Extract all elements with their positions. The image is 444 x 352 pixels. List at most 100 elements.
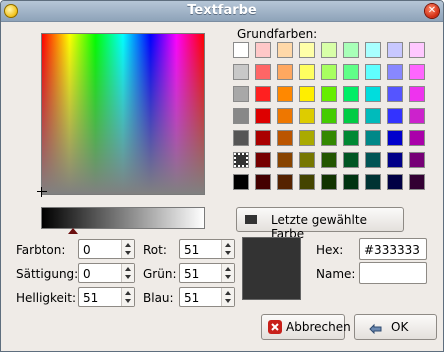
color-swatch[interactable]	[255, 152, 271, 168]
color-swatch[interactable]	[365, 86, 381, 102]
hex-input[interactable]: #333333	[359, 238, 427, 260]
blue-spin-arrows[interactable]	[221, 288, 234, 306]
color-swatch[interactable]	[321, 86, 337, 102]
color-swatch[interactable]	[299, 86, 315, 102]
recent-color-button[interactable]: Letzte gewählte Farbe	[236, 207, 404, 241]
red-value: 51	[184, 243, 200, 257]
brightness-spin-arrows[interactable]	[121, 288, 134, 306]
color-swatch[interactable]	[277, 130, 293, 146]
hex-value: #333333	[364, 243, 420, 257]
name-label: Name:	[316, 267, 356, 281]
cancel-icon	[268, 320, 282, 334]
color-swatch[interactable]	[277, 42, 293, 58]
blue-spinner[interactable]: 51	[179, 287, 235, 307]
close-icon[interactable]: ✕	[425, 4, 439, 18]
brightness-value: 51	[83, 291, 99, 305]
color-swatch[interactable]	[277, 174, 293, 190]
recent-color-swatch	[245, 215, 257, 224]
color-swatch[interactable]	[343, 86, 359, 102]
color-swatch[interactable]	[387, 64, 403, 80]
ok-button[interactable]: OK	[354, 314, 437, 340]
color-swatch[interactable]	[233, 108, 249, 124]
color-swatch[interactable]	[321, 130, 337, 146]
color-swatch[interactable]	[409, 64, 425, 80]
color-swatch[interactable]	[365, 42, 381, 58]
color-swatch[interactable]	[255, 174, 271, 190]
color-swatch[interactable]	[255, 108, 271, 124]
color-swatch[interactable]	[255, 42, 271, 58]
color-swatch[interactable]	[299, 174, 315, 190]
hue-label: Farbton:	[16, 243, 66, 257]
color-swatch[interactable]	[299, 108, 315, 124]
green-spinner[interactable]: 51	[179, 263, 235, 283]
color-swatch[interactable]	[409, 174, 425, 190]
color-swatch[interactable]	[299, 130, 315, 146]
picker-cursor[interactable]	[37, 187, 47, 197]
color-swatch[interactable]	[387, 152, 403, 168]
saturation-spinner[interactable]: 0	[78, 263, 135, 283]
color-swatch[interactable]	[365, 174, 381, 190]
color-swatch[interactable]	[365, 152, 381, 168]
color-swatch[interactable]	[409, 108, 425, 124]
cancel-button[interactable]: Abbrechen	[261, 314, 351, 340]
color-swatch[interactable]	[387, 130, 403, 146]
color-swatch[interactable]	[233, 42, 249, 58]
saturation-spin-arrows[interactable]	[121, 264, 134, 282]
color-preview	[242, 237, 301, 300]
hue-spinner[interactable]: 0	[78, 239, 135, 259]
color-swatch[interactable]	[409, 130, 425, 146]
color-swatch[interactable]	[321, 152, 337, 168]
color-swatch[interactable]	[299, 64, 315, 80]
blue-value: 51	[184, 291, 200, 305]
color-swatch[interactable]	[233, 86, 249, 102]
color-swatch[interactable]	[321, 174, 337, 190]
red-spinner[interactable]: 51	[179, 239, 235, 259]
color-swatch[interactable]	[343, 152, 359, 168]
hue-spin-arrows[interactable]	[121, 240, 134, 258]
color-swatch[interactable]	[321, 64, 337, 80]
color-swatch[interactable]	[299, 42, 315, 58]
color-swatch[interactable]	[343, 174, 359, 190]
basic-colors-label: Grundfarben:	[237, 27, 318, 41]
color-swatch[interactable]	[277, 108, 293, 124]
color-swatch[interactable]	[365, 130, 381, 146]
red-spin-arrows[interactable]	[221, 240, 234, 258]
name-input[interactable]	[359, 262, 427, 284]
color-swatch[interactable]	[387, 174, 403, 190]
color-swatch[interactable]	[365, 64, 381, 80]
color-swatch[interactable]	[387, 86, 403, 102]
color-swatch[interactable]	[233, 64, 249, 80]
window-title: Textfarbe	[187, 3, 257, 18]
ok-icon	[369, 323, 382, 334]
color-swatch[interactable]	[233, 152, 249, 168]
hue-saturation-picker[interactable]	[41, 33, 205, 195]
color-swatch[interactable]	[343, 130, 359, 146]
color-swatch[interactable]	[255, 86, 271, 102]
color-swatch[interactable]	[409, 42, 425, 58]
color-swatch[interactable]	[321, 42, 337, 58]
brightness-spinner[interactable]: 51	[78, 287, 135, 307]
title-bar[interactable]: Textfarbe ✕	[1, 1, 443, 22]
color-swatch[interactable]	[387, 108, 403, 124]
color-swatch[interactable]	[277, 152, 293, 168]
color-swatch[interactable]	[299, 152, 315, 168]
color-swatch[interactable]	[255, 130, 271, 146]
color-swatch[interactable]	[343, 42, 359, 58]
color-swatch[interactable]	[321, 108, 337, 124]
hex-label: Hex:	[316, 243, 344, 257]
color-swatch[interactable]	[409, 152, 425, 168]
green-spin-arrows[interactable]	[221, 264, 234, 282]
color-swatch[interactable]	[277, 86, 293, 102]
green-value: 51	[184, 267, 200, 281]
color-swatch[interactable]	[233, 130, 249, 146]
color-swatch[interactable]	[343, 64, 359, 80]
color-swatch[interactable]	[365, 108, 381, 124]
color-swatch[interactable]	[255, 64, 271, 80]
color-swatch[interactable]	[233, 174, 249, 190]
color-swatch[interactable]	[409, 86, 425, 102]
color-swatch[interactable]	[277, 64, 293, 80]
color-swatch[interactable]	[343, 108, 359, 124]
color-swatch[interactable]	[387, 42, 403, 58]
brightness-slider-marker[interactable]	[68, 228, 78, 234]
brightness-slider[interactable]	[41, 207, 205, 229]
